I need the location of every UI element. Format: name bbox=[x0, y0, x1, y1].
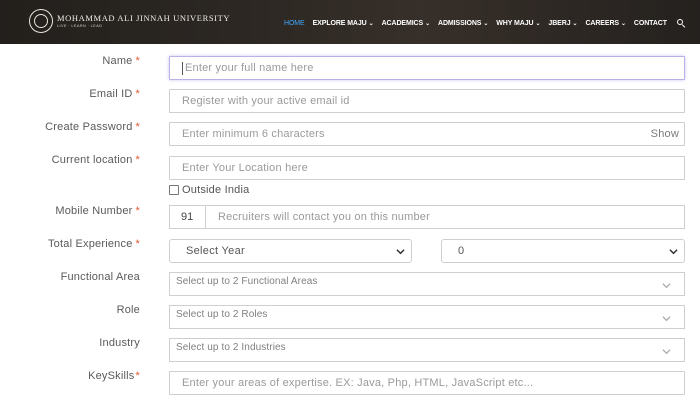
email-label: Email ID * bbox=[89, 88, 140, 100]
password-input[interactable]: Enter minimum 6 characters Show bbox=[169, 122, 685, 146]
nav-home[interactable]: HOME bbox=[284, 20, 305, 27]
search-icon[interactable] bbox=[676, 18, 686, 28]
password-placeholder: Enter minimum 6 characters bbox=[182, 128, 325, 140]
location-input[interactable]: Enter Your Location here bbox=[169, 156, 685, 180]
nav-why-maju[interactable]: WHY MAJU ⌄ bbox=[496, 20, 540, 27]
role-label: Role bbox=[116, 304, 140, 316]
outside-india-option[interactable]: Outside India bbox=[169, 184, 249, 196]
mobile-label: Mobile Number * bbox=[55, 205, 140, 217]
text-cursor bbox=[182, 61, 183, 75]
keyskills-placeholder: Enter your areas of expertise. EX: Java,… bbox=[182, 377, 534, 389]
mobile-input[interactable]: Recruiters will contact you on this numb… bbox=[205, 205, 685, 229]
functional-area-select[interactable]: Select up to 2 Functional Areas bbox=[169, 272, 685, 296]
experience-month-value: 0 bbox=[458, 245, 465, 257]
nav-jberj[interactable]: JBERJ ⌄ bbox=[548, 20, 577, 27]
nav-explore-maju[interactable]: EXPLORE MAJU ⌄ bbox=[313, 20, 374, 27]
chevron-down-icon: ⌄ bbox=[535, 20, 541, 27]
logo-tagline: LIVE · LEARN · LEAD bbox=[57, 23, 103, 28]
chevron-down-icon bbox=[662, 314, 671, 323]
experience-label: Total Experience * bbox=[47, 238, 140, 250]
password-label: Create Password * bbox=[45, 121, 140, 133]
email-placeholder: Register with your active email id bbox=[182, 95, 350, 107]
chevron-down-icon bbox=[662, 281, 671, 290]
nav-admissions[interactable]: ADMISSIONS ⌄ bbox=[438, 20, 488, 27]
chevron-down-icon: ⌄ bbox=[368, 20, 374, 27]
nav-academics[interactable]: ACADEMICS ⌄ bbox=[382, 20, 431, 27]
chevron-down-icon bbox=[662, 347, 671, 356]
experience-year-select[interactable]: Select Year bbox=[169, 239, 412, 263]
country-code-field[interactable]: 91 bbox=[169, 205, 206, 229]
industry-select[interactable]: Select up to 2 Industries bbox=[169, 338, 685, 362]
chevron-down-icon bbox=[396, 247, 405, 256]
site-header: MOHAMMAD ALI JINNAH UNIVERSITY LIVE · LE… bbox=[0, 0, 700, 44]
industry-label: Industry bbox=[99, 337, 140, 349]
role-select[interactable]: Select up to 2 Roles bbox=[169, 305, 685, 329]
functional-area-placeholder: Select up to 2 Functional Areas bbox=[176, 276, 318, 287]
nav-contact[interactable]: CONTACT bbox=[634, 20, 667, 27]
role-placeholder: Select up to 2 Roles bbox=[176, 309, 268, 320]
keyskills-label: KeySkills* bbox=[88, 370, 140, 382]
university-logo[interactable]: MOHAMMAD ALI JINNAH UNIVERSITY LIVE · LE… bbox=[29, 9, 230, 33]
logo-name: MOHAMMAD ALI JINNAH UNIVERSITY bbox=[57, 13, 231, 23]
outside-india-label: Outside India bbox=[182, 184, 250, 196]
email-input[interactable]: Register with your active email id bbox=[169, 89, 685, 113]
functional-area-label: Functional Area bbox=[60, 271, 140, 283]
location-label: Current location * bbox=[51, 154, 140, 166]
name-label: Name * bbox=[102, 55, 140, 67]
location-placeholder: Enter Your Location here bbox=[182, 162, 308, 174]
chevron-down-icon: ⌄ bbox=[483, 20, 489, 27]
keyskills-input[interactable]: Enter your areas of expertise. EX: Java,… bbox=[169, 371, 685, 395]
chevron-down-icon: ⌄ bbox=[620, 20, 626, 27]
experience-year-value: Select Year bbox=[186, 245, 245, 257]
name-input[interactable]: Enter your full name here bbox=[169, 56, 685, 80]
outside-india-checkbox[interactable] bbox=[169, 185, 179, 195]
show-password-button[interactable]: Show bbox=[651, 128, 679, 140]
industry-placeholder: Select up to 2 Industries bbox=[176, 342, 286, 353]
main-nav: HOME EXPLORE MAJU ⌄ ACADEMICS ⌄ ADMISSIONS… bbox=[284, 17, 686, 29]
experience-month-select[interactable]: 0 bbox=[441, 239, 685, 263]
chevron-down-icon bbox=[669, 247, 678, 256]
mobile-placeholder: Recruiters will contact you on this numb… bbox=[218, 211, 430, 223]
chevron-down-icon: ⌄ bbox=[425, 20, 431, 27]
chevron-down-icon: ⌄ bbox=[572, 20, 578, 27]
name-placeholder: Enter your full name here bbox=[185, 62, 314, 74]
university-seal-icon bbox=[29, 9, 53, 33]
nav-careers[interactable]: CAREERS ⌄ bbox=[585, 20, 626, 27]
registration-form: Name * Enter your full name here Email ID… bbox=[0, 44, 700, 400]
